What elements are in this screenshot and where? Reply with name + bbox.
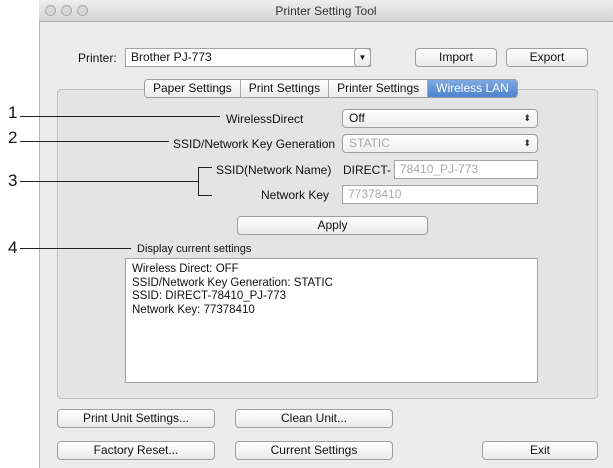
current-settings-button[interactable]: Current Settings (235, 441, 393, 460)
network-key-field[interactable]: 77378410 (342, 185, 538, 204)
network-key-label: Network Key (261, 188, 330, 202)
tab-print-settings[interactable]: Print Settings (240, 80, 330, 97)
printer-value: Brother PJ-773 (131, 50, 212, 64)
current-settings-line: SSID/Network Key Generation: STATIC (132, 276, 333, 289)
current-settings-display: Wireless Direct: OFF SSID/Network Key Ge… (125, 258, 538, 383)
chevron-down-icon: ▼ (358, 53, 367, 62)
callout-number: 4 (8, 238, 18, 257)
exit-button[interactable]: Exit (482, 441, 598, 460)
print-unit-settings-button[interactable]: Print Unit Settings... (57, 409, 215, 428)
export-button[interactable]: Export (506, 48, 588, 67)
up-down-arrows-icon: ⬍ (523, 138, 531, 148)
clean-unit-button[interactable]: Clean Unit... (235, 409, 393, 428)
callout-line (20, 141, 169, 142)
import-button[interactable]: Import (415, 48, 497, 67)
current-settings-line: Network Key: 77378410 (132, 303, 255, 316)
wireless-direct-label: WirelessDirect (226, 112, 304, 126)
up-down-arrows-icon: ⬍ (523, 113, 531, 123)
ssid-generation-select[interactable]: STATIC ⬍ (342, 134, 538, 153)
printer-dropdown-button[interactable]: ▼ (354, 48, 371, 67)
factory-reset-button[interactable]: Factory Reset... (57, 441, 215, 460)
callout-number: 1 (8, 103, 18, 122)
apply-button[interactable]: Apply (237, 216, 428, 235)
tab-paper-settings[interactable]: Paper Settings (145, 80, 241, 97)
callout-number: 2 (8, 128, 18, 147)
tab-wireless-lan[interactable]: Wireless LAN (428, 80, 517, 97)
wireless-direct-select[interactable]: Off ⬍ (342, 109, 538, 128)
current-settings-label: Display current settings (137, 243, 252, 255)
current-settings-line: SSID: DIRECT-78410_PJ-773 (132, 290, 287, 302)
callout-line (20, 181, 198, 182)
printer-label: Printer: (78, 51, 117, 65)
wireless-direct-value: Off (349, 111, 365, 125)
callout-line (20, 248, 131, 249)
current-settings-line: Wireless Direct: OFF (132, 263, 239, 275)
callout-bracket (198, 195, 212, 196)
title-bar: Printer Setting Tool (39, 0, 613, 22)
tab-printer-settings[interactable]: Printer Settings (329, 80, 429, 97)
callout-line (20, 116, 220, 117)
ssid-generation-value: STATIC (349, 136, 390, 150)
ssid-generation-label: SSID/Network Key Generation (173, 137, 336, 151)
ssid-prefix: DIRECT- (343, 163, 391, 177)
printer-select[interactable]: Brother PJ-773 (125, 48, 371, 67)
tab-bar: Paper Settings Print Settings Printer Se… (144, 79, 518, 98)
callout-bracket (198, 167, 199, 195)
ssid-label: SSID(Network Name) (216, 163, 332, 177)
callout-bracket (198, 167, 212, 168)
window-title: Printer Setting Tool (275, 4, 377, 18)
ssid-field[interactable]: 78410_PJ-773 (394, 160, 538, 179)
callout-number: 3 (8, 171, 18, 190)
